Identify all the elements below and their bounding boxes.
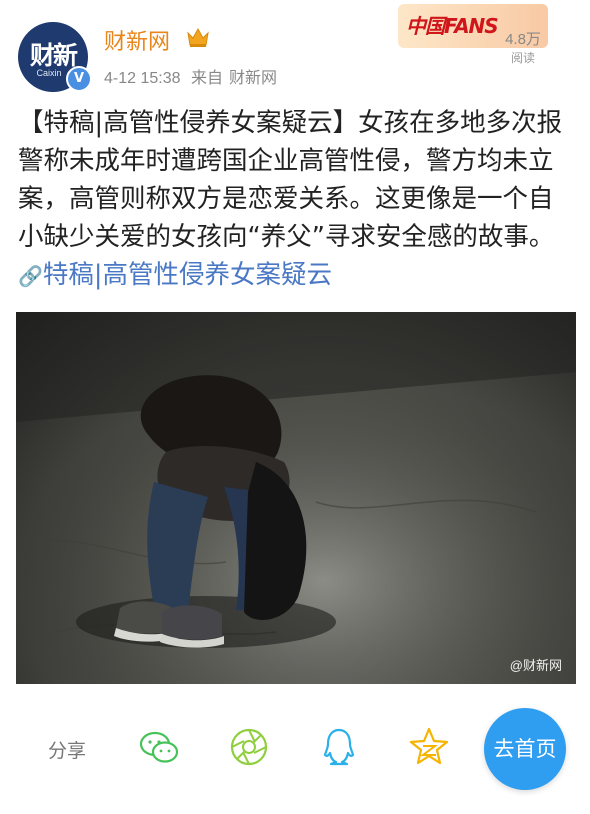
crown-icon (187, 27, 209, 47)
qzone-icon[interactable] (406, 724, 452, 770)
account-name[interactable]: 财新网 (104, 24, 170, 56)
go-home-button[interactable]: 去首页 (484, 708, 566, 790)
moments-icon[interactable] (226, 724, 272, 770)
fans-badge-text: 中国FANS (406, 14, 499, 38)
post-body: 【特稿|高管性侵养女案疑云】女孩在多地多次报警称未成年时遭跨国企业高管性侵，警方… (18, 104, 578, 295)
action-bar: 分享 去首页 (0, 700, 590, 800)
post-image-illustration (16, 312, 576, 684)
verified-badge-icon: V (66, 66, 92, 92)
post-meta: 4-12 15:38 来自 财新网 (104, 64, 283, 88)
view-count-number: 4.8万 (505, 31, 541, 48)
qq-icon[interactable] (316, 724, 362, 770)
share-label: 分享 (48, 740, 87, 762)
view-count: 4.8万 阅读 (498, 28, 548, 66)
view-count-label: 阅读 (510, 51, 535, 65)
wechat-icon[interactable] (136, 724, 182, 770)
post-date: 4-12 15:38 (104, 70, 181, 87)
post-image[interactable]: @财新网 (16, 312, 576, 684)
image-watermark: @财新网 (509, 658, 562, 673)
post-text: 【特稿|高管性侵养女案疑云】女孩在多地多次报警称未成年时遭跨国企业高管性侵，警方… (18, 108, 563, 252)
link-icon: 🔗 (18, 264, 43, 288)
article-link[interactable]: 特稿|高管性侵养女案疑云 (43, 260, 332, 290)
post-source[interactable]: 财新网 (229, 70, 277, 87)
post-header: 财新 Caixin V 财新网 4-12 15:38 来自 财新网 中国FANS … (0, 0, 590, 100)
source-prefix: 来自 (190, 70, 223, 87)
